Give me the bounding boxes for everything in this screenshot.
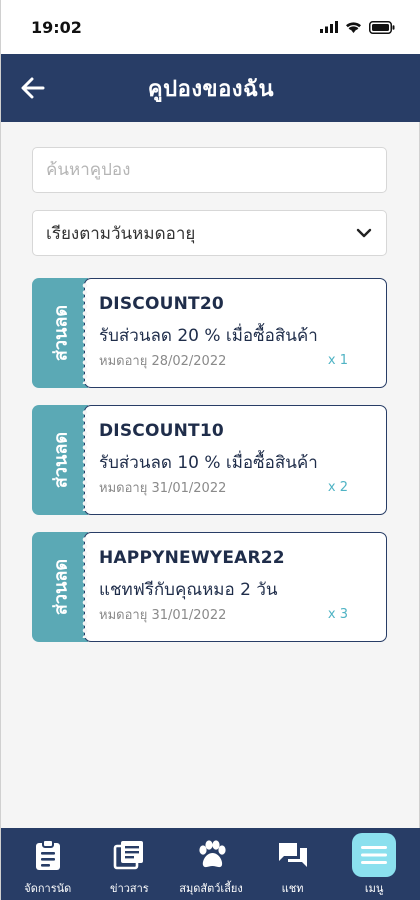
- coupon-tab: ส่วนลด: [32, 278, 88, 388]
- coupon-quantity: x 2: [327, 480, 348, 495]
- nav-label: ข่าวสาร: [110, 882, 149, 895]
- nav-item-pet-book[interactable]: สมุดสัตว์เลี้ยง: [171, 835, 251, 897]
- nav-item-news[interactable]: ข่าวสาร: [89, 835, 169, 897]
- wifi-icon: [346, 22, 361, 33]
- coupon-body: DISCOUNT10 รับส่วนลด 10 % เมื่อซื้อสินค้…: [84, 405, 387, 515]
- nav-label: แชท: [281, 882, 304, 895]
- coupon-tab: ส่วนลด: [32, 405, 88, 515]
- paw-icon: [191, 835, 231, 875]
- coupon-tab-label: ส่วนลด: [50, 558, 72, 616]
- nav-label: จัดการนัด: [24, 882, 72, 895]
- menu-icon: [352, 833, 397, 877]
- news-icon: [109, 835, 149, 875]
- nav-label: สมุดสัตว์เลี้ยง: [179, 882, 243, 895]
- coupon-footer: หมดอายุ 28/02/2022 x 1: [99, 350, 348, 371]
- nav-item-appointments[interactable]: จัดการนัด: [8, 835, 88, 897]
- chat-icon: [273, 835, 313, 875]
- coupon-body: HAPPYNEWYEAR22 แชทฟรีกับคุณหมอ 2 วัน หมด…: [84, 532, 387, 642]
- app-header: คูปองของฉัน: [1, 54, 420, 122]
- coupon-code: DISCOUNT10: [99, 421, 224, 441]
- arrow-left-icon: [21, 77, 45, 99]
- coupon-perforation: [81, 282, 89, 384]
- bottom-nav: จัดการนัด ข่าวสาร สมุดสัตว์เลี้ยง แชท เม…: [1, 828, 420, 900]
- coupon-tab-label: ส่วนลด: [50, 304, 72, 362]
- coupon-card[interactable]: ส่วนลด DISCOUNT20 รับส่วนลด 20 % เมื่อซื…: [32, 278, 387, 388]
- nav-item-menu[interactable]: เมนู: [334, 833, 414, 897]
- status-icons: [320, 20, 395, 34]
- status-bar: 19:02: [1, 0, 420, 54]
- nav-item-chat[interactable]: แชท: [253, 835, 333, 897]
- coupon-quantity: x 3: [327, 607, 348, 622]
- coupon-footer: หมดอายุ 31/01/2022 x 3: [99, 604, 348, 625]
- search-input[interactable]: [32, 147, 387, 193]
- coupon-body: DISCOUNT20 รับส่วนลด 20 % เมื่อซื้อสินค้…: [84, 278, 387, 388]
- coupon-description: รับส่วนลด 20 % เมื่อซื้อสินค้า: [99, 326, 318, 346]
- coupon-perforation: [81, 409, 89, 511]
- coupon-quantity: x 1: [327, 353, 348, 368]
- sort-select[interactable]: เรียงตามวันหมดอายุ: [32, 210, 387, 256]
- coupon-expiry: หมดอายุ 31/01/2022: [99, 608, 227, 623]
- coupon-code: HAPPYNEWYEAR22: [99, 548, 285, 568]
- chevron-down-icon: [356, 228, 372, 238]
- back-button[interactable]: [17, 72, 49, 104]
- coupon-tab-label: ส่วนลด: [50, 431, 72, 489]
- coupon-footer: หมดอายุ 31/01/2022 x 2: [99, 477, 348, 498]
- signal-icon: [320, 21, 338, 33]
- battery-icon: [369, 20, 395, 34]
- coupon-card[interactable]: ส่วนลด DISCOUNT10 รับส่วนลด 10 % เมื่อซื…: [32, 405, 387, 515]
- coupon-list: ส่วนลด DISCOUNT20 รับส่วนลด 20 % เมื่อซื…: [32, 278, 387, 659]
- clipboard-icon: [28, 835, 68, 875]
- coupon-code: DISCOUNT20: [99, 294, 224, 314]
- coupon-tab: ส่วนลด: [32, 532, 88, 642]
- coupon-card[interactable]: ส่วนลด HAPPYNEWYEAR22 แชทฟรีกับคุณหมอ 2 …: [32, 532, 387, 642]
- coupon-expiry: หมดอายุ 31/01/2022: [99, 481, 227, 496]
- status-time: 19:02: [31, 17, 82, 37]
- coupon-description: รับส่วนลด 10 % เมื่อซื้อสินค้า: [99, 453, 318, 473]
- page-title: คูปองของฉัน: [147, 76, 275, 102]
- coupon-expiry: หมดอายุ 28/02/2022: [99, 354, 227, 369]
- coupon-perforation: [81, 536, 89, 638]
- coupon-description: แชทฟรีกับคุณหมอ 2 วัน: [99, 580, 278, 600]
- phone-screen: 19:02 คูปองของฉัน ค้นหาคูปอง เรียงตามวัน…: [0, 0, 420, 900]
- sort-selected-label: เรียงตามวันหมดอายุ: [46, 223, 196, 244]
- nav-label: เมนู: [364, 882, 384, 895]
